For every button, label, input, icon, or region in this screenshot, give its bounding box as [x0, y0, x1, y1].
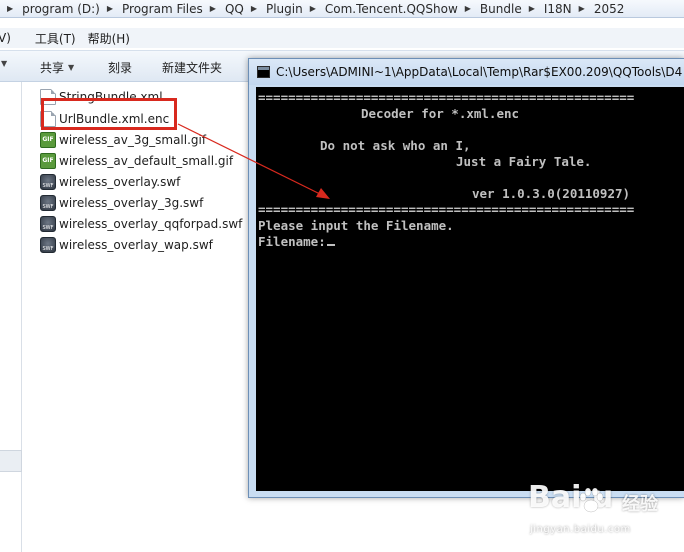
baidu-paw-icon: [579, 487, 604, 513]
swf-file-icon: SWF: [40, 215, 56, 232]
burn-button[interactable]: 刻录: [108, 59, 132, 76]
separator-line: ========================================…: [258, 202, 635, 217]
console-title-bar[interactable]: C:\Users\ADMINI~1\AppData\Local\Temp\Rar…: [249, 59, 684, 85]
console-input-line[interactable]: Filename:: [258, 235, 335, 249]
file-item-overlay[interactable]: SWF wireless_overlay.swf: [40, 171, 180, 192]
highlight-box: [41, 98, 177, 130]
chevron-right-icon[interactable]: ▶: [303, 4, 325, 13]
menu-view[interactable]: V): [0, 31, 17, 45]
console-quote-line2: Just a Fairy Tale.: [456, 154, 592, 169]
nav-pane-selected-item[interactable]: [0, 450, 22, 472]
chevron-right-icon[interactable]: ▶: [458, 4, 480, 13]
console-input-label: Filename:: [258, 234, 326, 249]
console-quote-line1: Do not ask who an I,: [320, 138, 471, 153]
chevron-down-icon: ▼: [1, 59, 8, 68]
file-item-overlay-wap[interactable]: SWF wireless_overlay_wap.swf: [40, 234, 213, 255]
console-title: C:\Users\ADMINI~1\AppData\Local\Temp\Rar…: [276, 65, 683, 79]
swf-file-icon: SWF: [40, 173, 56, 190]
breadcrumb-qq[interactable]: ▶ QQ: [203, 2, 244, 16]
console-version: ver 1.0.3.0(20110927): [472, 186, 631, 201]
console-output[interactable]: ========================================…: [256, 87, 684, 491]
console-heading: Decoder for *.xml.enc: [361, 106, 520, 121]
menu-help[interactable]: 帮助(H): [82, 30, 136, 47]
share-button[interactable]: 共享 ▼: [40, 59, 74, 76]
swf-file-icon: SWF: [40, 236, 56, 253]
console-window[interactable]: C:\Users\ADMINI~1\AppData\Local\Temp\Rar…: [248, 58, 684, 498]
chevron-right-icon[interactable]: ▶: [100, 4, 122, 13]
gif-file-icon: GIF: [40, 152, 56, 169]
file-item-overlay-3g[interactable]: SWF wireless_overlay_3g.swf: [40, 192, 203, 213]
console-prompt: Please input the Filename.: [258, 218, 454, 233]
separator-line: ========================================…: [258, 90, 635, 105]
breadcrumb-qqshow[interactable]: ▶ Com.Tencent.QQShow: [303, 2, 458, 16]
chevron-right-icon[interactable]: ▶: [244, 4, 266, 13]
file-item-av-3g-small[interactable]: GIF wireless_av_3g_small.gif: [40, 129, 206, 150]
new-folder-button[interactable]: 新建文件夹: [162, 59, 222, 76]
chevron-down-icon: ▼: [68, 63, 75, 72]
swf-file-icon: SWF: [40, 194, 56, 211]
chevron-right-icon[interactable]: ▶: [0, 4, 22, 13]
breadcrumb-program-d[interactable]: ▶ program (D:): [0, 2, 100, 16]
breadcrumb-program-files[interactable]: ▶ Program Files: [100, 2, 203, 16]
breadcrumb-i18n[interactable]: ▶ I18N: [522, 2, 572, 16]
breadcrumb-2052[interactable]: ▶ 2052: [572, 2, 625, 16]
chevron-right-icon[interactable]: ▶: [522, 4, 544, 13]
text-cursor: [326, 244, 335, 246]
chevron-right-icon[interactable]: ▶: [203, 4, 225, 13]
menu-tools[interactable]: 工具(T): [29, 30, 82, 47]
breadcrumb-bundle[interactable]: ▶ Bundle: [458, 2, 522, 16]
menu-bar: V) 工具(T) 帮助(H): [0, 28, 684, 48]
watermark-url: jingyan.baidu.com: [530, 524, 631, 535]
file-item-av-default-small[interactable]: GIF wireless_av_default_small.gif: [40, 150, 233, 171]
gif-file-icon: GIF: [40, 131, 56, 148]
toolbar-dropdown-arrow[interactable]: ▼: [0, 59, 7, 68]
chevron-right-icon[interactable]: ▶: [572, 4, 594, 13]
breadcrumb-plugin[interactable]: ▶ Plugin: [244, 2, 303, 16]
watermark-brand-cn: 经验: [622, 494, 658, 515]
file-item-overlay-qqforpad[interactable]: SWF wireless_overlay_qqforpad.swf: [40, 213, 242, 234]
baidu-watermark: Bai u 经验 jingyan.baidu.com: [526, 480, 676, 546]
address-bar[interactable]: ▶ program (D:) ▶ Program Files ▶ QQ ▶ Pl…: [0, 0, 684, 18]
console-app-icon: [257, 66, 270, 78]
navigation-pane[interactable]: [0, 82, 22, 552]
